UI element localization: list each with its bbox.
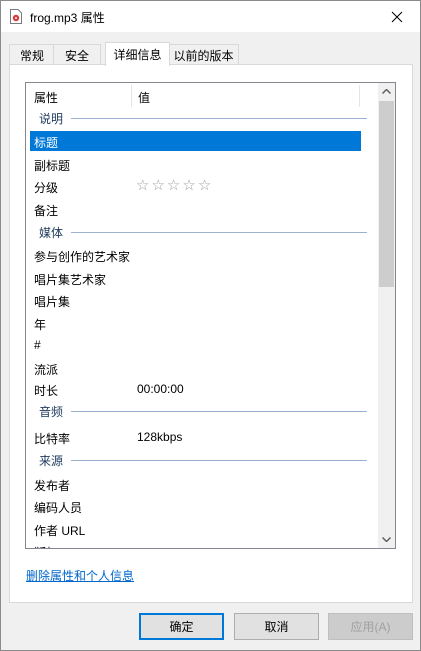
star-icon[interactable]: ☆ bbox=[136, 177, 149, 195]
property-name: 唱片集 bbox=[34, 295, 71, 309]
rating-stars[interactable]: ☆ ☆ ☆ ☆ ☆ bbox=[136, 177, 211, 195]
group-description: 说明 bbox=[26, 110, 377, 128]
property-name: 副标题 bbox=[34, 159, 71, 173]
row-track-number[interactable]: # bbox=[30, 335, 361, 355]
title-bar[interactable]: frog.mp3 属性 bbox=[1, 1, 420, 32]
row-genre[interactable]: 流派 bbox=[30, 358, 361, 378]
list-header: 属性 值 bbox=[26, 83, 377, 109]
property-name: 发布者 bbox=[34, 479, 71, 493]
chevron-down-icon bbox=[382, 537, 391, 542]
cancel-button[interactable]: 取消 bbox=[234, 613, 319, 640]
property-name: 时长 bbox=[34, 384, 59, 398]
remove-properties-link[interactable]: 删除属性和个人信息 bbox=[26, 567, 134, 584]
row-contributing-artists[interactable]: 参与创作的艺术家 bbox=[30, 245, 361, 265]
row-subtitle[interactable]: 副标题 bbox=[30, 154, 361, 174]
row-comments[interactable]: 备注 bbox=[30, 199, 361, 219]
row-album[interactable]: 唱片集 bbox=[30, 290, 361, 310]
tab-details[interactable]: 详细信息 bbox=[105, 42, 170, 66]
tab-security[interactable]: 安全 bbox=[53, 44, 101, 65]
header-divider[interactable] bbox=[359, 85, 360, 107]
row-album-artist[interactable]: 唱片集艺术家 bbox=[30, 268, 361, 288]
group-divider bbox=[71, 411, 367, 412]
group-label: 音频 bbox=[39, 403, 68, 420]
property-name: 唱片集艺术家 bbox=[34, 273, 107, 287]
row-publisher[interactable]: 发布者 bbox=[30, 474, 361, 494]
properties-dialog: frog.mp3 属性 常规 安全 详细信息 以前的版本 属性 值 说明 标题 … bbox=[0, 0, 421, 651]
property-name: 比特率 bbox=[34, 432, 71, 446]
header-divider[interactable] bbox=[131, 85, 132, 107]
row-length[interactable]: 时长 00:00:00 bbox=[30, 379, 361, 399]
header-property[interactable]: 属性 bbox=[34, 89, 58, 106]
property-name: 编码人员 bbox=[34, 501, 83, 515]
apply-button[interactable]: 应用(A) bbox=[328, 613, 413, 640]
property-name: 分级 bbox=[34, 181, 59, 195]
chevron-up-icon bbox=[382, 89, 391, 94]
property-value: 00:00:00 bbox=[137, 382, 184, 396]
group-label: 媒体 bbox=[39, 224, 68, 241]
property-value: 128kbps bbox=[137, 430, 183, 444]
property-name: 流派 bbox=[34, 363, 59, 377]
audio-file-icon bbox=[10, 9, 22, 24]
group-origin: 来源 bbox=[26, 452, 377, 470]
group-audio: 音频 bbox=[26, 403, 377, 421]
tab-general[interactable]: 常规 bbox=[9, 44, 55, 65]
group-divider bbox=[71, 460, 367, 461]
window-title: frog.mp3 属性 bbox=[30, 11, 105, 25]
ok-button[interactable]: 确定 bbox=[139, 613, 224, 640]
group-label: 说明 bbox=[39, 110, 68, 127]
property-name: 年 bbox=[34, 318, 47, 332]
row-title[interactable]: 标题 bbox=[30, 131, 361, 151]
property-name: 标题 bbox=[34, 136, 59, 150]
group-label: 来源 bbox=[39, 452, 68, 469]
row-year[interactable]: 年 bbox=[30, 313, 361, 333]
details-panel: 属性 值 说明 标题 副标题 分级 ☆ ☆ ☆ ☆ ☆ 备注 媒体 参与创作的艺… bbox=[9, 64, 413, 603]
group-media: 媒体 bbox=[26, 224, 377, 242]
scroll-up-button[interactable] bbox=[378, 83, 395, 100]
star-icon[interactable]: ☆ bbox=[182, 177, 195, 195]
property-name: 作者 URL bbox=[34, 524, 86, 538]
star-icon[interactable]: ☆ bbox=[167, 177, 180, 195]
property-list[interactable]: 属性 值 说明 标题 副标题 分级 ☆ ☆ ☆ ☆ ☆ 备注 媒体 参与创作的艺… bbox=[25, 82, 396, 549]
row-rating[interactable]: 分级 ☆ ☆ ☆ ☆ ☆ bbox=[30, 176, 361, 196]
row-copyright[interactable]: 版权 bbox=[30, 541, 361, 548]
property-name: # bbox=[34, 338, 41, 352]
row-bitrate[interactable]: 比特率 128kbps bbox=[30, 427, 361, 447]
close-button[interactable] bbox=[374, 1, 420, 32]
group-divider bbox=[71, 118, 367, 119]
vertical-scrollbar[interactable] bbox=[378, 83, 395, 548]
tab-previous-versions[interactable]: 以前的版本 bbox=[168, 44, 239, 65]
scroll-down-button[interactable] bbox=[378, 531, 395, 548]
row-author-url[interactable]: 作者 URL bbox=[30, 519, 361, 539]
property-name: 版权 bbox=[34, 544, 58, 548]
star-icon[interactable]: ☆ bbox=[151, 177, 164, 195]
header-value[interactable]: 值 bbox=[138, 89, 150, 106]
property-name: 备注 bbox=[34, 204, 59, 218]
property-name: 参与创作的艺术家 bbox=[34, 250, 131, 264]
row-encoded-by[interactable]: 编码人员 bbox=[30, 496, 361, 516]
star-icon[interactable]: ☆ bbox=[198, 177, 211, 195]
close-icon bbox=[391, 11, 403, 22]
group-divider bbox=[71, 232, 367, 233]
scroll-thumb[interactable] bbox=[379, 101, 394, 287]
